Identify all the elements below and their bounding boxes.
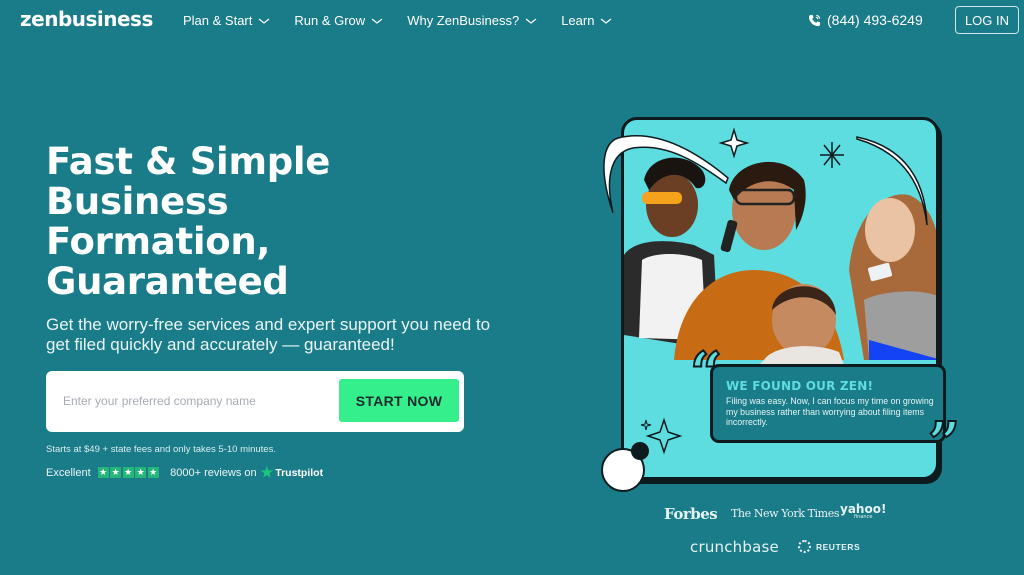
- nyt-logo: The New York Times: [731, 507, 840, 520]
- nav-label: Plan & Start: [183, 13, 253, 28]
- trustpilot-logo: ★ Trustpilot: [261, 464, 323, 481]
- trustpilot-rating[interactable]: Excellent ★ ★ ★ ★ ★ 8000+ reviews on ★ T…: [46, 464, 323, 481]
- circle-decoration: [601, 442, 649, 492]
- hero-headline: Fast & Simple Business Formation, Guaran…: [46, 142, 466, 302]
- testimonial-text: Filing was easy. Now, I can focus my tim…: [726, 396, 934, 427]
- chevron-down-icon: [525, 18, 537, 24]
- nav-learn[interactable]: Learn: [561, 13, 612, 28]
- headline-line: Guaranteed: [46, 260, 289, 303]
- hero-subhead: Get the worry-free services and expert s…: [46, 315, 491, 354]
- start-now-button[interactable]: START NOW: [339, 379, 459, 422]
- reuters-wordmark: REUTERS: [816, 541, 861, 552]
- swoosh-decoration: [856, 136, 928, 226]
- headline-line: Formation,: [46, 220, 271, 263]
- star-icon: ★: [122, 467, 134, 478]
- testimonial-box: WE FOUND OUR ZEN! Filing was easy. Now, …: [710, 364, 946, 443]
- trustpilot-star-icon: ★: [260, 464, 274, 480]
- swoosh-decoration: [603, 135, 729, 214]
- company-name-form: START NOW: [46, 371, 464, 432]
- nav-why-zenbusiness[interactable]: Why ZenBusiness?: [407, 13, 537, 28]
- chevron-down-icon: [601, 18, 612, 24]
- close-quote-icon: ”: [927, 410, 961, 476]
- phone-icon: [808, 14, 821, 26]
- chevron-down-icon: [259, 18, 270, 24]
- nav-label: Learn: [561, 13, 595, 28]
- nav-label: Why ZenBusiness?: [407, 13, 520, 28]
- nav-plan-and-start[interactable]: Plan & Start: [183, 13, 270, 28]
- company-name-input[interactable]: [56, 383, 326, 419]
- forbes-logo: Forbes: [664, 505, 718, 523]
- zenbusiness-logo[interactable]: zenbusiness: [20, 7, 153, 31]
- main-nav: Plan & Start Run & Grow Why ZenBusiness?…: [183, 13, 636, 28]
- rating-stars: ★ ★ ★ ★ ★: [97, 467, 161, 478]
- login-button[interactable]: LOG IN: [955, 6, 1019, 34]
- star-icon: ★: [147, 467, 159, 478]
- reviews-count: 8000+ reviews on: [170, 466, 257, 479]
- yahoo-finance-logo: yahoo! finance: [840, 503, 886, 520]
- open-quote-icon: “: [689, 340, 723, 406]
- star-icon: ★: [110, 467, 122, 478]
- star-icon: ★: [135, 467, 147, 478]
- phone-link[interactable]: (844) 493-6249: [808, 12, 923, 28]
- chevron-down-icon: [371, 18, 383, 24]
- crunchbase-logo: crunchbase: [690, 538, 779, 556]
- rating-label: Excellent: [46, 466, 91, 479]
- nav-label: Run & Grow: [294, 13, 366, 28]
- reuters-logo: REUTERS: [798, 540, 860, 553]
- reuters-globe-icon: [798, 540, 811, 553]
- testimonial-title: WE FOUND OUR ZEN!: [726, 379, 874, 393]
- site-header: zenbusiness Plan & Start Run & Grow Why …: [0, 0, 1024, 42]
- headline-line: Fast & Simple: [46, 140, 331, 183]
- trustpilot-brand: Trustpilot: [275, 466, 324, 479]
- pricing-fineprint: Starts at $49 + state fees and only take…: [46, 444, 276, 455]
- nav-run-and-grow[interactable]: Run & Grow: [294, 13, 383, 28]
- phone-number: (844) 493-6249: [827, 12, 923, 28]
- star-icon: ★: [97, 467, 109, 478]
- headline-line: Business: [46, 180, 229, 223]
